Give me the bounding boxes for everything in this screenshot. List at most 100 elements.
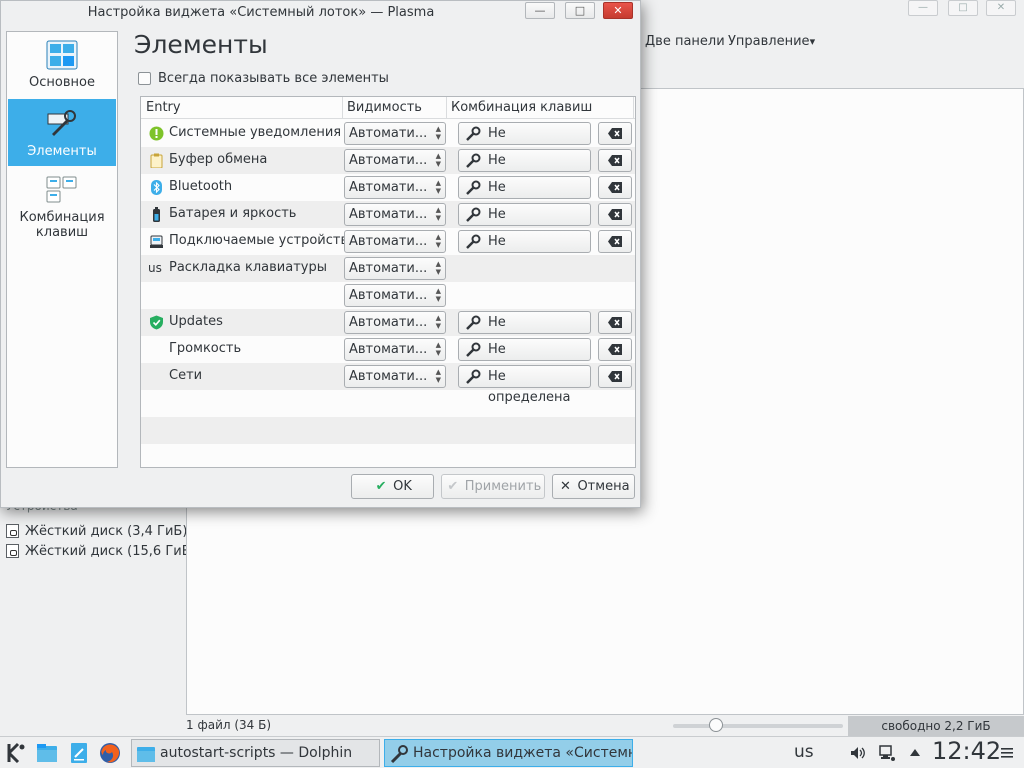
- chevron-up-icon[interactable]: [907, 745, 923, 761]
- column-header-shortcut[interactable]: Комбинация клавиш: [451, 100, 592, 115]
- spin-arrows-icon: ▲ ▼: [435, 152, 441, 168]
- visibility-select[interactable]: Автомати... ▲ ▼: [344, 284, 446, 307]
- visibility-value: Автомати...: [349, 207, 428, 222]
- wrench-icon: [466, 369, 481, 384]
- zoom-slider-handle[interactable]: [708, 718, 723, 732]
- sidebar-item-general[interactable]: Основное: [8, 40, 116, 98]
- task-label: Настройка виджета «Системный лоток» — Pl…: [413, 745, 632, 761]
- minimize-button[interactable]: —: [525, 2, 555, 19]
- free-space-indicator[interactable]: свободно 2,2 ГиБ: [848, 716, 1024, 736]
- keyboard-layout-indicator[interactable]: us: [794, 742, 814, 762]
- visibility-select[interactable]: Автомати... ▲ ▼: [344, 257, 446, 280]
- show-all-label: Всегда показывать все элементы: [158, 71, 389, 86]
- table-row[interactable]: Сети Автомати... ▲ ▼ Не определена: [141, 363, 635, 405]
- show-all-checkbox[interactable]: [138, 72, 151, 85]
- cancel-button[interactable]: ✕ Отмена: [552, 474, 635, 499]
- visibility-select[interactable]: Автомати... ▲ ▼: [344, 230, 446, 253]
- text-editor-icon[interactable]: [67, 741, 91, 765]
- split-view-button[interactable]: Две панели: [645, 34, 725, 49]
- empty-row: [141, 390, 635, 417]
- shortcut-button[interactable]: Не определена: [458, 176, 591, 216]
- control-menu-button[interactable]: Управление▾: [728, 34, 815, 49]
- close-button[interactable]: ✕: [603, 2, 633, 19]
- table-row[interactable]: Bluetooth Автомати... ▲▼ Не определена: [141, 174, 635, 216]
- sidebar-item-entries[interactable]: Элементы: [8, 99, 116, 166]
- clear-shortcut-button[interactable]: [598, 338, 632, 361]
- clear-shortcut-button[interactable]: [598, 311, 632, 334]
- visibility-select[interactable]: Автомати... ▲ ▼: [344, 149, 446, 172]
- table-row[interactable]: Батарея и яркость Автомати... ▲▼ Не опред…: [141, 201, 635, 243]
- spin-arrows-icon: ▲ ▼: [435, 260, 441, 276]
- shortcut-button[interactable]: Не определена: [458, 149, 591, 189]
- spin-arrows-icon: ▲ ▼: [435, 233, 441, 249]
- clock[interactable]: 12:42: [932, 737, 1001, 765]
- task-dolphin[interactable]: autostart-scripts — Dolphin: [131, 739, 380, 767]
- wrench-icon: [466, 126, 481, 141]
- minimize-icon: —: [534, 4, 546, 17]
- clear-shortcut-button[interactable]: [598, 122, 632, 145]
- table-row[interactable]: Системные уведомления Автомати... ▲▼ Не о…: [141, 120, 635, 162]
- visibility-select[interactable]: Автомати... ▲ ▼: [344, 338, 446, 361]
- table-row[interactable]: Подключаемые устройства Автомати... ▲ ▼ Не…: [141, 228, 635, 270]
- entry-label: Updates: [169, 314, 223, 329]
- kde-menu-icon[interactable]: [4, 741, 28, 765]
- shortcut-button[interactable]: Не определена: [458, 311, 591, 351]
- zoom-slider[interactable]: [673, 724, 843, 728]
- shortcut-button[interactable]: Не определена: [458, 365, 591, 405]
- show-all-checkbox-row[interactable]: Всегда показывать все элементы: [138, 71, 389, 86]
- volume-icon[interactable]: [850, 745, 866, 761]
- visibility-select[interactable]: Автомати... ▲ ▼: [344, 176, 446, 199]
- network-icon[interactable]: [879, 745, 895, 761]
- visibility-select[interactable]: Автомати... ▲ ▼: [344, 365, 446, 388]
- visibility-select[interactable]: Автомати... ▲ ▼: [344, 311, 446, 334]
- maximize-button[interactable]: □: [565, 2, 595, 19]
- shortcut-button[interactable]: Не определена: [458, 230, 591, 270]
- clear-shortcut-button[interactable]: [598, 203, 632, 226]
- visibility-value: Автомати...: [349, 315, 428, 330]
- visibility-select[interactable]: Автомати... ▲ ▼: [344, 122, 446, 145]
- task-label: autostart-scripts — Dolphin: [160, 745, 353, 761]
- maximize-icon[interactable]: □: [948, 0, 978, 16]
- places-item-disk-2[interactable]: Жёсткий диск (15,6 ГиБ): [6, 542, 196, 560]
- clear-shortcut-button[interactable]: [598, 365, 632, 388]
- clear-shortcut-button[interactable]: [598, 149, 632, 172]
- shortcut-button[interactable]: Не определена: [458, 338, 591, 378]
- minimize-icon[interactable]: —: [908, 0, 938, 16]
- visibility-select[interactable]: Автомати... ▲ ▼: [344, 203, 446, 226]
- table-row[interactable]: us Раскладка клавиатуры Автомати... ▲ ▼: [141, 255, 635, 282]
- ok-button[interactable]: ✔ OK: [351, 474, 434, 499]
- task-plasma-settings[interactable]: Настройка виджета «Системный лоток» — Pl…: [384, 739, 633, 767]
- wrench-icon: [466, 207, 481, 222]
- table-row[interactable]: Громкость Автомати... ▲▼ Не определена: [141, 336, 635, 378]
- column-header-visibility[interactable]: Видимость: [347, 100, 422, 115]
- removable-device-icon: [150, 235, 163, 248]
- entry-label: Раскладка клавиатуры: [169, 260, 328, 275]
- entry-label: Буфер обмена: [169, 152, 268, 167]
- firefox-icon[interactable]: [98, 741, 122, 765]
- places-item-disk-1[interactable]: Жёсткий диск (3,4 ГиБ): [6, 522, 187, 540]
- wrench-icon: [466, 315, 481, 330]
- location-bar[interactable]: [640, 62, 1024, 86]
- sidebar-item-shortcuts[interactable]: Комбинация клавиш: [8, 176, 116, 246]
- close-icon[interactable]: ✕: [986, 0, 1016, 16]
- table-row[interactable]: Updates Автомати... ▲▼ Не определена: [141, 309, 635, 351]
- entry-label: Подключаемые устройства: [169, 233, 357, 248]
- hamburger-menu-icon[interactable]: [1000, 746, 1014, 760]
- apply-button[interactable]: ✔ Применить: [441, 474, 545, 499]
- wrench-icon: [466, 234, 481, 249]
- status-bar: 1 файл (34 Б) свободно 2,2 ГиБ: [186, 716, 1024, 736]
- clear-shortcut-button[interactable]: [598, 230, 632, 253]
- configure-tools-icon: [390, 745, 408, 764]
- clear-shortcut-button[interactable]: [598, 176, 632, 199]
- shortcut-button[interactable]: Не определена: [458, 203, 591, 243]
- page-title: Элементы: [134, 30, 268, 59]
- table-row[interactable]: Буфер обмена Автомати... ▲▼ Не определена: [141, 147, 635, 189]
- dialog-titlebar[interactable]: Настройка виджета «Системный лоток» — Pl…: [1, 1, 640, 25]
- shortcut-button[interactable]: Не определена: [458, 122, 591, 162]
- column-header-entry[interactable]: Entry: [146, 100, 181, 115]
- column-divider: [633, 97, 634, 119]
- clear-left-icon: [608, 317, 622, 328]
- table-row[interactable]: Автомати... ▲ ▼: [141, 282, 635, 309]
- file-manager-icon[interactable]: [35, 741, 59, 765]
- cancel-label: Отмена: [577, 479, 630, 494]
